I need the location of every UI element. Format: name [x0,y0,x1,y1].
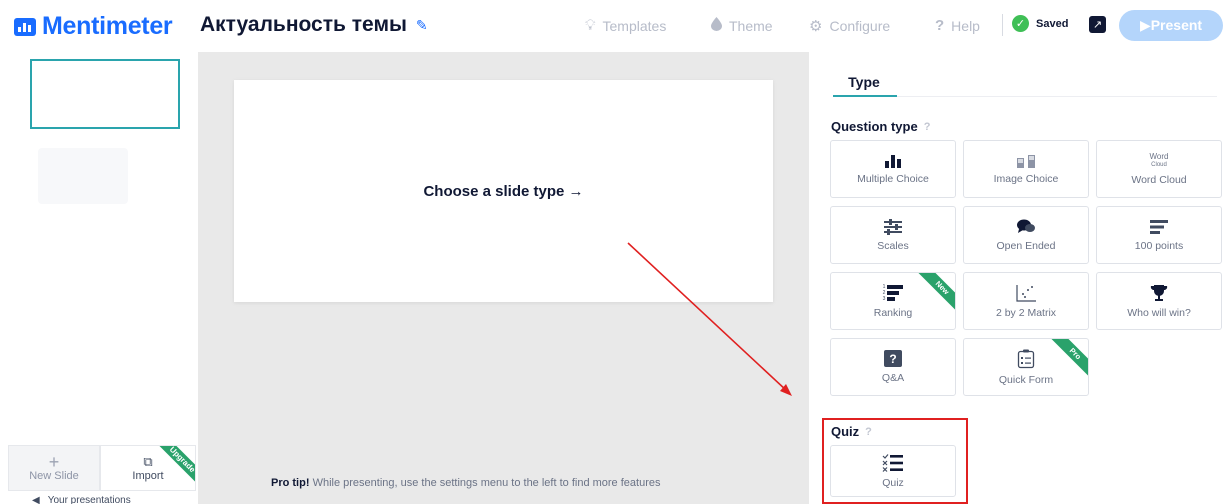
pro-tip-bold: Pro tip! [271,477,310,489]
scales-icon [884,218,902,235]
tile-2-by-2-matrix[interactable]: 2 by 2 Matrix [963,272,1089,330]
present-button[interactable]: ▶Present [1119,10,1223,41]
tile-quick-form[interactable]: Quick Form Pro [963,338,1089,396]
type-panel: Type Question type ? Multiple Choice Ima… [809,52,1223,504]
new-badge: New [915,273,955,315]
new-slide-button[interactable]: + New Slide [8,445,100,491]
tile-label: Multiple Choice [857,172,929,185]
logo-text: Mentimeter [42,12,173,40]
import-label: Import [132,470,164,482]
saved-status: ✓ Saved [1012,15,1068,32]
tile-label: Word Cloud [1131,173,1187,186]
ranking-icon-number-1: 1 [882,283,886,290]
your-presentations-link[interactable]: ◀ Your presentations [32,495,131,504]
help-label: Help [951,17,980,34]
tile-scales[interactable]: Scales [830,206,956,264]
check-icon: ✓ [1012,15,1029,32]
top-bar: Mentimeter Актуальность темы ✎ 💡︎ Templa… [0,0,1223,52]
theme-label: Theme [729,18,773,34]
theme-button[interactable]: Theme [711,17,773,35]
quiz-heading: Quiz ? [831,424,872,439]
question-type-heading: Question type ? [831,119,930,134]
tile-label: Open Ended [996,239,1056,252]
active-tab-indicator [833,95,897,97]
speech-bubbles-icon [1017,219,1035,233]
ranking-icon: 1 2 3 [883,284,904,302]
choose-slide-type: Choose a slide type → [423,183,584,200]
configure-label: Configure [829,18,891,34]
tile-label: Image Choice [993,172,1059,185]
share-icon[interactable]: ↗ [1089,16,1106,33]
gear-icon: ⚙ [809,18,823,35]
templates-label: Templates [602,17,667,34]
tile-word-cloud[interactable]: Word Cloud Word Cloud [1096,140,1222,198]
upgrade-badge: Upgrade [153,446,195,489]
slide-list-panel: + New Slide ⧉ Import Upgrade ◀ Your pres… [0,52,198,504]
tile-label: Quiz [882,476,904,489]
quiz-help-icon[interactable]: ? [865,426,872,438]
ranking-icon-number-3: 3 [882,295,886,302]
slide-thumbnail-1[interactable] [30,59,180,129]
image-choice-icon [1017,154,1035,168]
tile-qa[interactable]: ? Q&A [830,338,956,396]
tile-label: Scales [877,239,909,252]
tile-open-ended[interactable]: Open Ended [963,206,1089,264]
lightbulb-icon: 💡︎ [585,17,596,34]
question-type-help-icon[interactable]: ? [924,121,931,133]
import-button[interactable]: ⧉ Import Upgrade [100,445,196,491]
new-slide-label: New Slide [29,470,79,482]
slide-canvas-area: Choose a slide type → Pro tip! While pre… [198,52,809,504]
ranking-icon-number-2: 2 [882,289,886,296]
tile-who-will-win[interactable]: Who will win? [1096,272,1222,330]
tile-label: Q&A [881,372,905,384]
saved-label: Saved [1036,17,1069,30]
logo-icon [14,17,36,36]
matrix-icon [1016,284,1036,302]
question-type-label: Question type [831,119,918,134]
droplet-icon [711,17,722,35]
pro-tip-text: While presenting, use the settings menu … [312,477,661,489]
pro-tip: Pro tip! While presenting, use the setti… [271,477,660,489]
tile-ranking[interactable]: 1 2 3 Ranking New [830,272,956,330]
tile-multiple-choice[interactable]: Multiple Choice [830,140,956,198]
tile-label: 2 by 2 Matrix [995,306,1057,319]
presentation-title[interactable]: Актуальность темы ✎ [200,13,428,37]
bar-chart-icon [885,154,901,168]
tab-type[interactable]: Type [833,74,895,90]
quiz-list-icon [882,453,903,472]
tile-quiz[interactable]: Quiz [830,445,956,497]
plus-icon: + [48,452,60,472]
trophy-icon [1150,284,1168,301]
tile-label: Quick Form [998,373,1054,386]
tile-image-choice[interactable]: Image Choice [963,140,1089,198]
quiz-section-label: Quiz [831,424,860,439]
presentation-title-text: Актуальность темы [200,13,407,36]
lines-icon [1150,219,1168,234]
tile-label: 100 points [1134,239,1184,252]
slide-preview[interactable]: Choose a slide type → [234,80,773,302]
word-cloud-icon: Word Cloud [1149,151,1169,169]
form-icon [1017,349,1035,368]
slide-actions: + New Slide ⧉ Import Upgrade [8,445,196,491]
configure-button[interactable]: ⚙ Configure [809,17,890,35]
question-mark-icon: ? [935,17,945,34]
tab-divider [897,96,1217,97]
tile-label: Ranking [873,306,913,319]
templates-button[interactable]: 💡︎ Templates [585,17,666,34]
mentimeter-logo[interactable]: Mentimeter [14,12,173,41]
help-button[interactable]: ? Help [935,17,980,34]
your-presentations-label: Your presentations [47,495,131,504]
word-cloud-icon-word: Word [1149,151,1169,161]
tile-label: Who will win? [1127,306,1191,319]
word-cloud-icon-cloud: Cloud [1151,161,1167,168]
header-divider [1002,14,1003,36]
pencil-icon[interactable]: ✎ [416,17,428,34]
tile-100-points[interactable]: 100 points [1096,206,1222,264]
slide-thumbnail-placeholder [38,148,128,204]
qa-icon: ? [884,350,902,367]
import-icon: ⧉ [143,454,153,469]
back-arrow-icon: ◀ [32,495,40,504]
pro-badge: Pro [1048,339,1088,381]
